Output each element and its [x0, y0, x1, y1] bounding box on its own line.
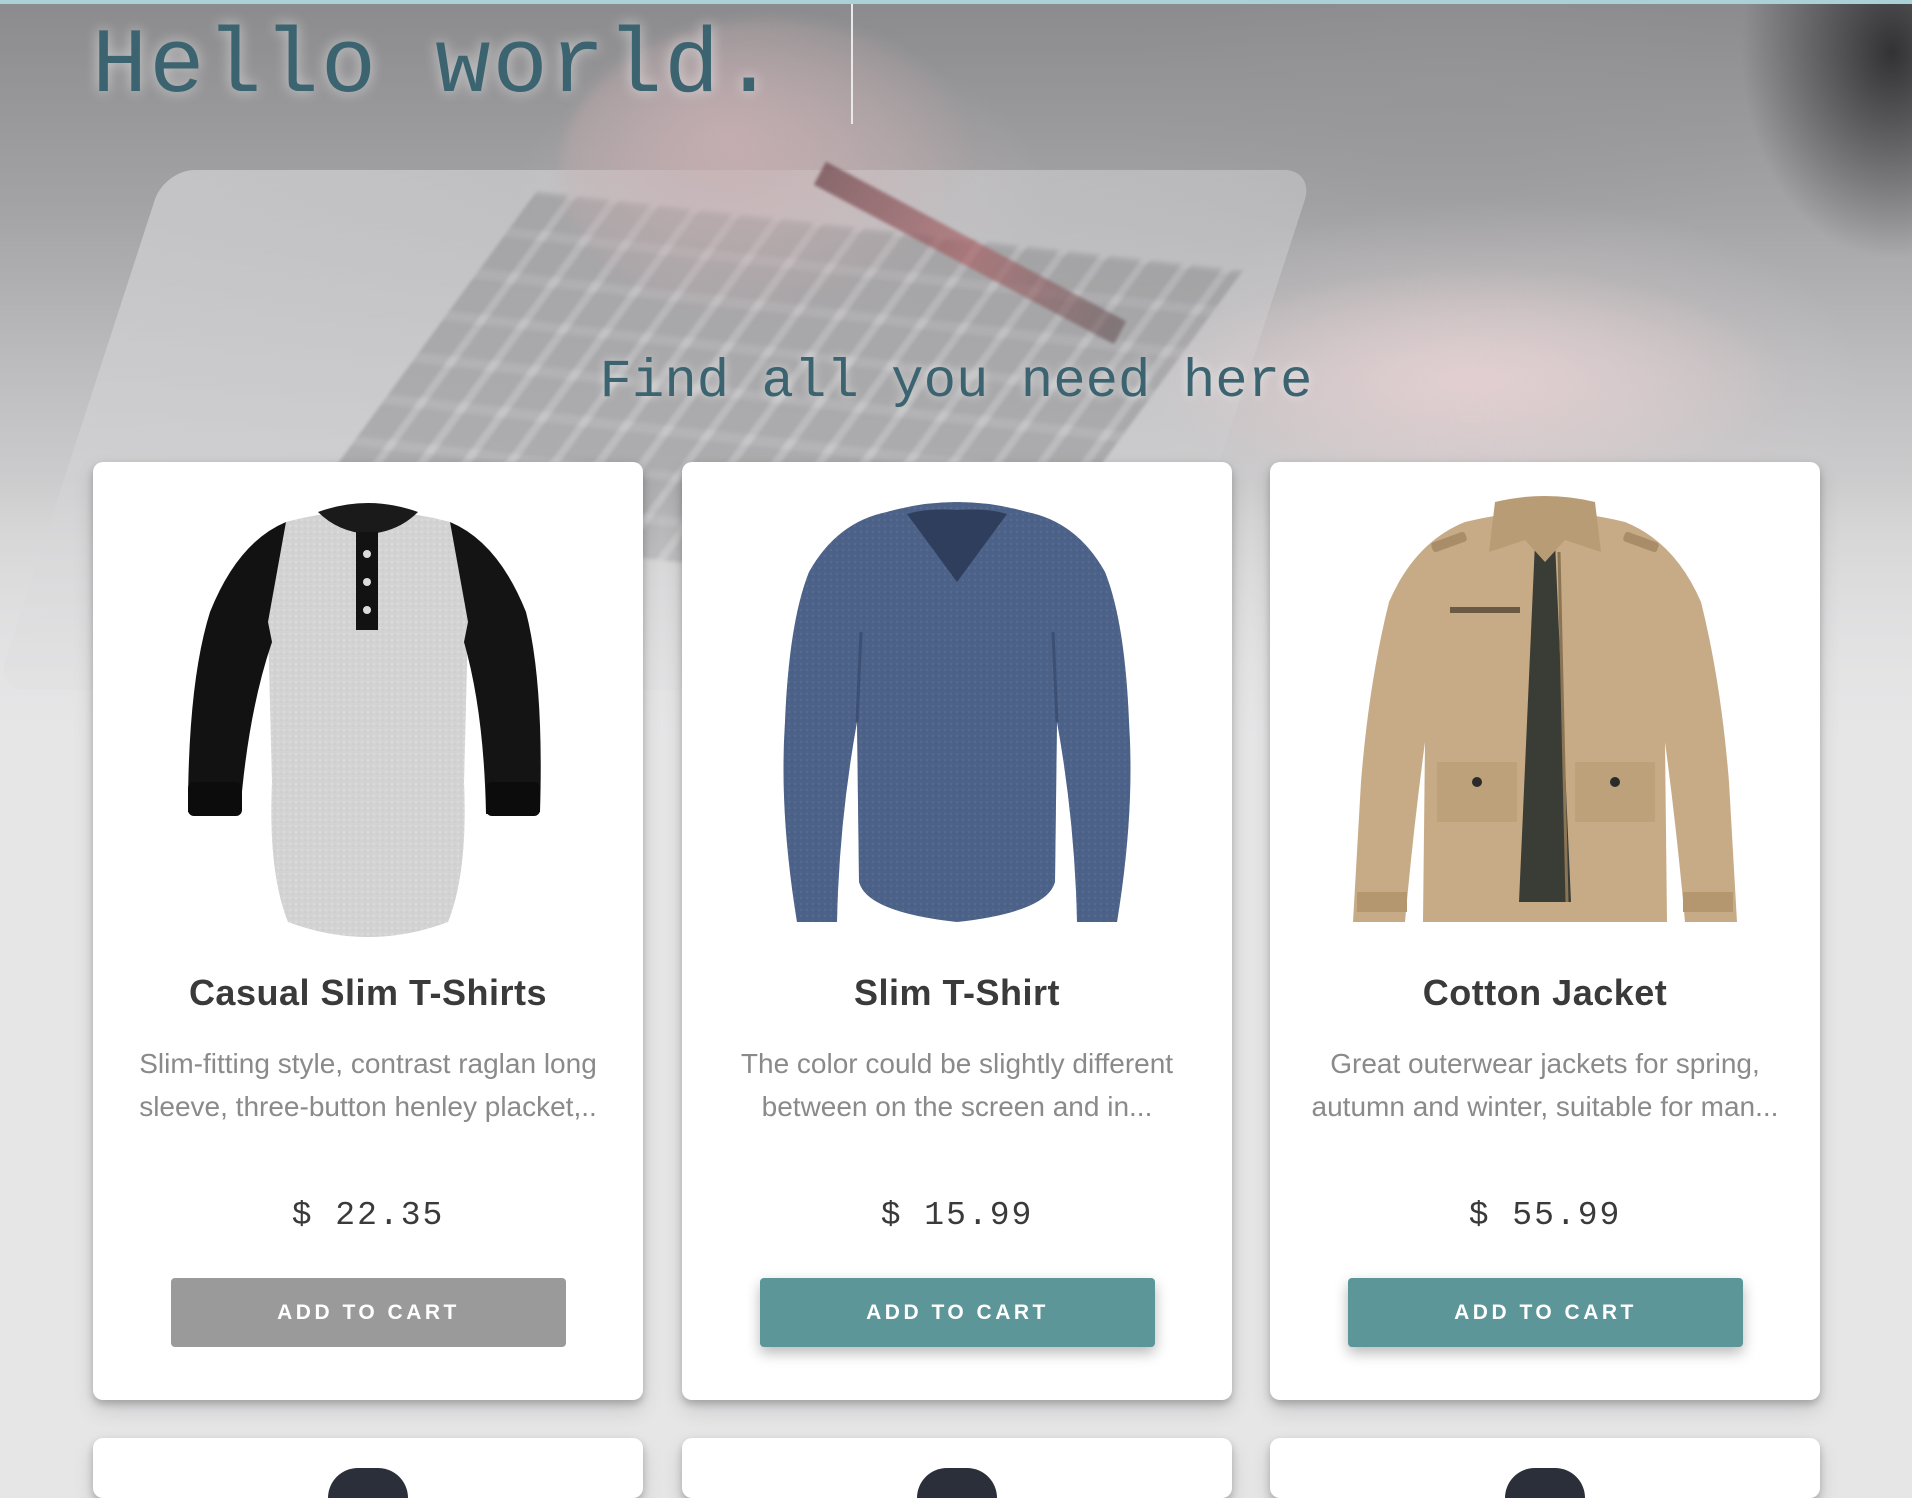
- product-price: $ 22.35: [291, 1197, 445, 1234]
- product-name[interactable]: Casual Slim T-Shirts: [93, 972, 643, 1014]
- product-image-peek: [1505, 1468, 1585, 1498]
- product-price: $ 55.99: [1468, 1197, 1622, 1234]
- cotton-jacket-icon[interactable]: [1345, 482, 1745, 942]
- product-description: Great outerwear jackets for spring, autu…: [1311, 1048, 1779, 1122]
- product-description: Slim-fitting style, contrast raglan long…: [139, 1048, 597, 1122]
- product-card: [1270, 1438, 1820, 1498]
- add-to-cart-button[interactable]: ADD TO CART: [1348, 1278, 1743, 1347]
- long-sleeve-vneck-shirt-icon[interactable]: [757, 482, 1157, 942]
- product-description: The color could be slightly different be…: [740, 1048, 1174, 1122]
- typing-cursor: [851, 4, 853, 124]
- raglan-henley-shirt-icon[interactable]: [168, 482, 568, 942]
- product-card: Cotton Jacket Great outerwear jackets fo…: [1270, 462, 1820, 1400]
- add-to-cart-button[interactable]: ADD TO CART: [171, 1278, 566, 1347]
- product-name[interactable]: Slim T-Shirt: [682, 972, 1232, 1014]
- top-accent-bar: [0, 0, 1912, 4]
- product-card: [93, 1438, 643, 1498]
- product-image-peek: [328, 1468, 408, 1498]
- product-card: Casual Slim T-Shirts Slim-fitting style,…: [93, 462, 643, 1400]
- product-price: $ 15.99: [880, 1197, 1034, 1234]
- product-card: [682, 1438, 1232, 1498]
- hero-tagline: Find all you need here: [599, 352, 1313, 413]
- product-name[interactable]: Cotton Jacket: [1270, 972, 1820, 1014]
- dark-corner-shape: [1740, 0, 1912, 260]
- hero-title: Hello world.: [92, 14, 779, 119]
- product-card: Slim T-Shirt The color could be slightly…: [682, 462, 1232, 1400]
- product-image-peek: [917, 1468, 997, 1498]
- add-to-cart-button[interactable]: ADD TO CART: [760, 1278, 1155, 1347]
